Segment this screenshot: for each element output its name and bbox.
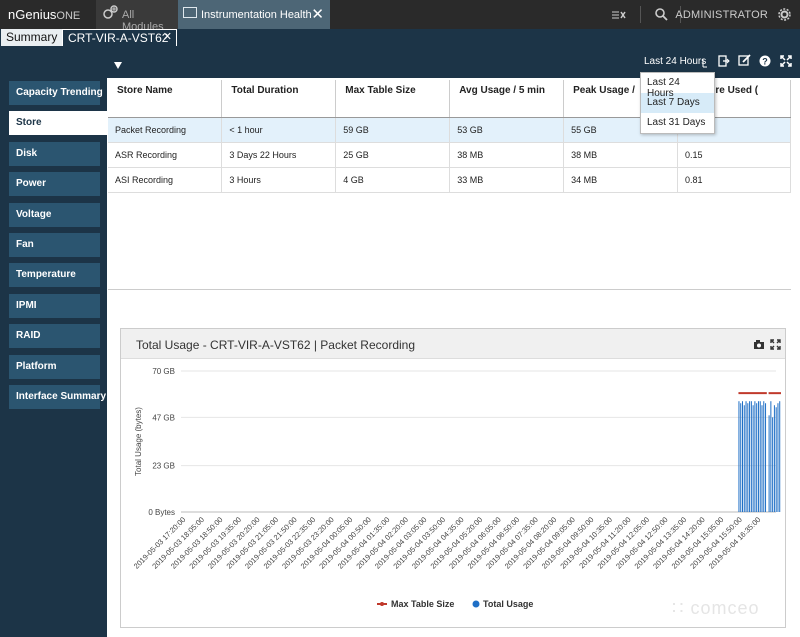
sidebar-item-raid[interactable]: RAID — [9, 324, 100, 348]
search-icon[interactable] — [655, 8, 668, 21]
y-tick-label: 70 GB — [152, 367, 175, 376]
collapse-icon[interactable] — [612, 9, 626, 21]
table-cell: 3 Days 22 Hours — [221, 142, 337, 168]
table-cell: 33 MB — [449, 167, 565, 193]
table-cell: 4 GB — [335, 167, 451, 193]
y-tick-label: 47 GB — [152, 413, 175, 422]
table-cell: 34 MB — [563, 167, 679, 193]
usage-bar — [738, 401, 740, 512]
table-cell: 38 MB — [449, 142, 565, 168]
usage-bar — [765, 403, 767, 512]
sidebar-item-disk[interactable]: Disk — [9, 142, 100, 166]
table-cell: 0.81 — [677, 167, 791, 193]
table-cell: ASI Recording — [108, 167, 223, 193]
usage-bar — [775, 407, 777, 512]
legend-label-max-table-size: Max Table Size — [391, 599, 454, 609]
sidebar-item-fan[interactable]: Fan — [9, 233, 100, 257]
column-header[interactable]: Max Table Size — [335, 80, 451, 118]
usage-bar — [779, 401, 781, 512]
y-axis-title: Total Usage (bytes) — [134, 407, 143, 476]
fullscreen-icon[interactable] — [780, 55, 792, 67]
svg-text:?: ? — [762, 57, 768, 67]
tab-summary[interactable]: Summary — [1, 29, 63, 46]
sidebar-item-voltage[interactable]: Voltage — [9, 203, 100, 227]
filter-icon[interactable] — [114, 62, 122, 69]
table-row[interactable]: ASR Recording 3 Days 22 Hours 25 GB 38 M… — [108, 142, 791, 168]
divider — [640, 6, 641, 23]
usage-bar — [740, 403, 742, 512]
usage-bar — [745, 401, 747, 512]
y-tick-label: 0 Bytes — [148, 508, 175, 517]
usage-bar — [768, 415, 770, 512]
column-header[interactable]: Store Name — [108, 80, 223, 118]
tab-device[interactable]: CRT-VIR-A-VST62 ✕ — [62, 29, 177, 46]
usage-bar — [754, 401, 756, 512]
help-icon[interactable]: ? — [759, 55, 771, 67]
brand-logo[interactable]: nGeniusONE — [8, 7, 80, 22]
usage-bar — [770, 401, 772, 512]
table-cell: 53 GB — [449, 117, 565, 143]
column-header[interactable]: Avg Usage / 5 min — [449, 80, 565, 118]
usage-bar — [773, 405, 775, 512]
panel-title: Total Usage - CRT-VIR-A-VST62 | Packet R… — [136, 338, 415, 352]
monitor-icon — [183, 7, 197, 18]
usage-bar — [772, 417, 774, 512]
instrumentation-health-tab[interactable]: Instrumentation Health ✕ — [178, 0, 330, 29]
sidebar-item-capacity-trending[interactable]: Capacity Trending — [9, 81, 103, 105]
table-cell: ASR Recording — [108, 142, 223, 168]
modules-icon — [103, 5, 118, 19]
table-cell: 38 MB — [563, 142, 679, 168]
usage-bar — [757, 401, 759, 512]
camera-icon[interactable] — [753, 339, 765, 350]
cursor-icon — [702, 59, 707, 68]
sidebar: Capacity Trending Store Disk Power Volta… — [0, 78, 107, 637]
sidebar-item-temperature[interactable]: Temperature — [9, 263, 100, 287]
close-tab-icon[interactable]: ✕ — [311, 5, 324, 23]
sidebar-item-platform[interactable]: Platform — [9, 355, 100, 379]
time-range-select[interactable]: Last 24 Hours — [644, 56, 706, 67]
total-usage-chart: 0 Bytes 23 GB 47 GB 70 GB Total Usage (bytes… — [132, 367, 781, 609]
usage-bar — [752, 405, 754, 512]
table-empty-area — [108, 194, 791, 290]
usage-bar — [756, 403, 758, 512]
close-tab-icon[interactable]: ✕ — [163, 30, 172, 43]
table-cell: < 1 hour — [221, 117, 337, 143]
menu-item-last-24-hours[interactable]: Last 24 Hours — [641, 73, 714, 99]
table-cell: Packet Recording — [108, 117, 223, 143]
usage-bar — [759, 401, 761, 512]
sidebar-item-ipmi[interactable]: IPMI — [9, 294, 100, 318]
legend-swatch-total-usage — [472, 600, 480, 608]
edit-icon[interactable] — [738, 54, 751, 67]
usage-bar — [749, 401, 751, 512]
legend-marker — [380, 602, 384, 606]
table-cell: 3 Hours — [221, 167, 337, 193]
sidebar-item-interface-summary[interactable]: Interface Summary — [9, 385, 106, 409]
watermark: ∷ comceo — [672, 598, 760, 618]
usage-bar — [763, 401, 765, 512]
panel-header: Total Usage - CRT-VIR-A-VST62 | Packet R… — [121, 329, 785, 359]
column-header[interactable]: Total Duration — [221, 80, 337, 118]
usage-bar — [741, 401, 743, 512]
table-cell: 25 GB — [335, 142, 451, 168]
gear-icon[interactable] — [778, 8, 791, 21]
time-range-menu: Last 24 Hours Last 7 Days Last 31 Days — [640, 72, 715, 134]
legend-label-total-usage: Total Usage — [483, 599, 533, 609]
usage-bar — [747, 403, 749, 512]
user-menu[interactable]: ADMINISTRATOR — [675, 9, 768, 21]
top-bar: nGeniusONE All Modules Instrumentation H… — [0, 0, 800, 33]
sidebar-item-store[interactable]: Store — [9, 111, 107, 135]
usage-bar — [777, 403, 779, 512]
usage-bar — [743, 405, 745, 512]
all-modules-tab[interactable]: All Modules — [96, 0, 178, 33]
export-icon[interactable] — [718, 55, 730, 67]
usage-bar — [750, 401, 752, 512]
fullscreen-icon[interactable] — [770, 339, 781, 350]
table-cell: 0.15 — [677, 142, 791, 168]
menu-item-last-31-days[interactable]: Last 31 Days — [641, 113, 714, 133]
table-row[interactable]: ASI Recording 3 Hours 4 GB 33 MB 34 MB 0… — [108, 167, 791, 193]
sidebar-item-power[interactable]: Power — [9, 172, 100, 196]
usage-bar — [761, 405, 763, 512]
y-tick-label: 23 GB — [152, 462, 175, 471]
table-cell: 59 GB — [335, 117, 451, 143]
